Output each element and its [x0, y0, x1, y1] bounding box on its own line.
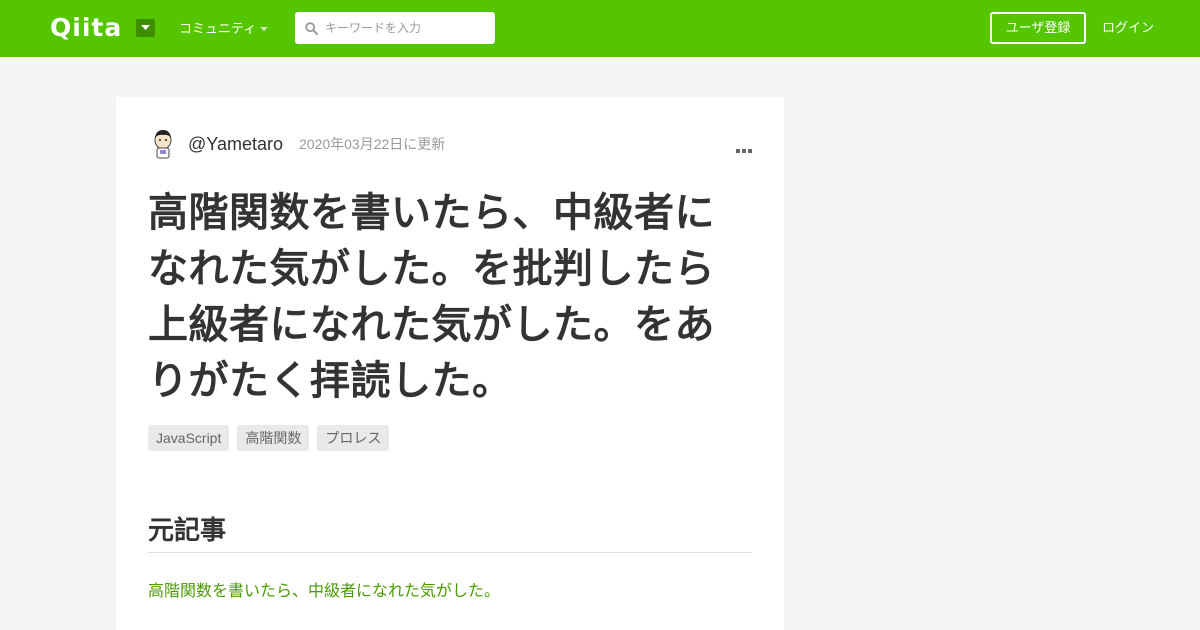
tag-list: JavaScript 高階関数 プロレス: [148, 425, 390, 451]
article-card: @Yametaro 2020年03月22日に更新 高階関数を書いたら、中級者にな…: [116, 97, 784, 630]
chevron-down-icon: [260, 27, 268, 32]
signup-button[interactable]: ユーザ登録: [990, 12, 1086, 44]
logo-menu-button[interactable]: [136, 19, 155, 37]
section-heading: 元記事: [148, 513, 752, 553]
tag-prowrestling[interactable]: プロレス: [317, 425, 390, 451]
original-article-link[interactable]: 高階関数を書いたら、中級者になれた気がした。: [148, 582, 500, 602]
updated-date: 2020年03月22日に更新: [299, 136, 446, 152]
search-input[interactable]: [325, 12, 490, 44]
qiita-logo[interactable]: Qiita: [50, 14, 122, 42]
login-link[interactable]: ログイン: [1102, 20, 1154, 36]
author-username[interactable]: @Yametaro: [188, 134, 283, 154]
chevron-down-icon: [141, 25, 150, 30]
community-label: コミュニティ: [179, 21, 257, 36]
more-horizontal-icon: [736, 149, 752, 153]
top-header: Qiita コミュニティ ユーザ登録 ログイン: [0, 0, 1200, 57]
article-title: 高階関数を書いたら、中級者になれた気がした。を批判したら上級者になれた気がした。…: [148, 191, 715, 403]
avatar-image: [154, 130, 172, 159]
community-menu[interactable]: コミュニティ: [179, 21, 268, 37]
search-icon: [305, 22, 318, 35]
avatar[interactable]: [148, 127, 178, 159]
more-options-button[interactable]: [736, 141, 752, 153]
tag-higher-order-functions[interactable]: 高階関数: [237, 425, 310, 451]
search-box[interactable]: [295, 12, 495, 44]
tag-javascript[interactable]: JavaScript: [148, 425, 230, 451]
